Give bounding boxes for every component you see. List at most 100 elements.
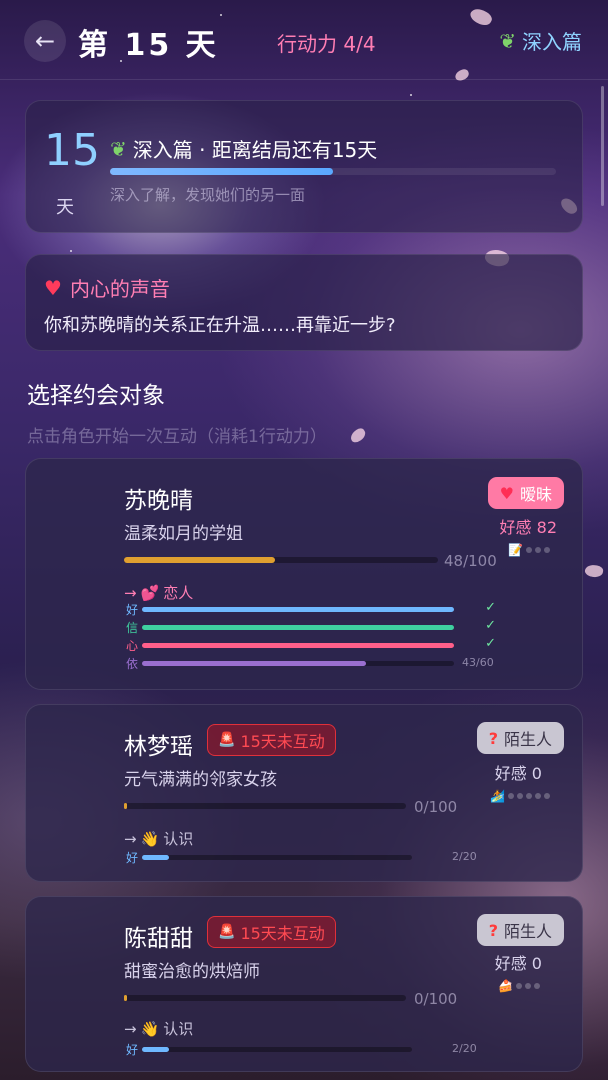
status-label: 陌生人 — [503, 730, 552, 749]
cake-icon: 🍰 — [498, 979, 513, 993]
character-desc: 元气满满的邻家女孩 — [124, 770, 277, 790]
stat-track — [142, 606, 454, 612]
stat-track — [142, 642, 454, 648]
progress-dots: 📝 — [508, 543, 550, 557]
chapter-label: 深入篇 — [522, 30, 582, 54]
favor-progress-bar — [124, 557, 438, 563]
progress-dots: 🍰 — [498, 979, 540, 993]
section-subtitle: 点击角色开始一次互动（消耗1行动力） — [27, 427, 327, 447]
back-arrow-icon: ← — [34, 27, 56, 55]
energy-counter: 行动力 4/4 — [277, 32, 376, 56]
petal — [348, 426, 368, 445]
status-badge: ? 陌生人 — [476, 722, 564, 754]
inner-voice-card: ♥ 内心的声音 你和苏晚晴的关系正在升温……再靠近一步? — [25, 254, 583, 351]
stat-row: 心 ✓ — [126, 636, 496, 653]
petal — [584, 563, 604, 579]
heart-icon: ♥ — [499, 483, 514, 503]
section-title: 选择约会对象 — [27, 383, 165, 409]
stat-fill — [142, 1046, 169, 1052]
stat-fill — [142, 660, 366, 666]
check-icon: ✓ — [485, 618, 496, 633]
surf-icon: 🏄 — [490, 789, 505, 803]
top-bar: ← 第 15 天 行动力 4/4 ❦ 深入篇 — [0, 0, 608, 80]
character-card-lin-mengyao[interactable]: 林梦瑶 🚨 15天未互动 元气满满的邻家女孩 ? 陌生人 好感 0 🏄 0/10… — [25, 704, 583, 882]
day-subtitle: 深入了解，发现她们的另一面 — [110, 186, 306, 204]
page-title: 第 15 天 — [78, 28, 219, 63]
next-stage: → 👋 认识 — [124, 1018, 193, 1039]
stat-row: 信 ✓ — [126, 618, 496, 635]
stat-row: 好 ✓ — [126, 600, 496, 617]
day-unit: 天 — [56, 197, 74, 218]
favor-progress-fill — [124, 803, 127, 809]
stat-track — [142, 1046, 412, 1052]
stat-track — [142, 854, 412, 860]
stat-track — [142, 624, 454, 630]
stat-value: 43/60 — [462, 656, 494, 669]
favor-progress-bar — [124, 995, 406, 1001]
character-name: 陈甜甜 — [124, 926, 193, 952]
character-card-su-wanqing[interactable]: 苏晚晴 温柔如月的学姐 ♥ 暧昧 好感 82 📝 48/100 → 💕 恋人 好… — [25, 458, 583, 690]
next-stage-label: 恋人 — [163, 584, 194, 602]
wave-hand-icon: 👋 — [140, 829, 160, 848]
status-badge: ? 陌生人 — [476, 914, 564, 946]
inner-voice-label: 内心的声音 — [69, 277, 170, 301]
day-progress-fill — [110, 168, 333, 175]
check-icon: ✓ — [485, 636, 496, 651]
memo-icon: 📝 — [508, 543, 523, 557]
stat-key: 信 — [126, 620, 139, 635]
star — [70, 250, 72, 252]
inner-voice-text: 你和苏晚晴的关系正在升温……再靠近一步? — [44, 315, 396, 336]
favor-progress-fill — [124, 557, 275, 563]
favor-progress-fill — [124, 995, 127, 1001]
siren-icon: 🚨 — [218, 732, 236, 748]
arrow-right-icon: → — [124, 829, 137, 848]
alert-label: 15天未互动 — [240, 924, 325, 943]
stat-fill — [142, 606, 454, 612]
character-name: 林梦瑶 — [124, 734, 193, 760]
siren-icon: 🚨 — [218, 924, 236, 940]
day-heading-text: 深入篇 · 距离结局还有15天 — [132, 138, 378, 162]
favor-progress-label: 0/100 — [414, 990, 458, 1008]
favor-progress-bar — [124, 803, 406, 809]
day-heading: ❦ 深入篇 · 距离结局还有15天 — [110, 134, 377, 163]
arrow-right-icon: → — [124, 1019, 137, 1038]
stat-row: 依 43/60 — [126, 656, 496, 671]
question-icon: ? — [488, 920, 498, 940]
check-icon: ✓ — [485, 600, 496, 615]
character-name: 苏晚晴 — [124, 488, 193, 514]
character-card-chen-tiantian[interactable]: 陈甜甜 🚨 15天未互动 甜蜜治愈的烘焙师 ? 陌生人 好感 0 🍰 0/100… — [25, 896, 583, 1072]
star — [410, 94, 412, 96]
day-progress-bar — [110, 168, 556, 175]
chapter-link[interactable]: ❦ 深入篇 — [499, 26, 582, 55]
stat-key: 好 — [126, 850, 139, 865]
stat-fill — [142, 854, 169, 860]
alert-label: 15天未互动 — [240, 732, 325, 751]
back-button[interactable]: ← — [24, 20, 66, 62]
stat-value: 2/20 — [452, 1042, 477, 1055]
next-stage: → 👋 认识 — [124, 828, 193, 849]
progress-dots: 🏄 — [490, 789, 550, 803]
stat-key: 依 — [126, 656, 139, 671]
stat-key: 心 — [126, 638, 139, 653]
next-stage-label: 认识 — [163, 1020, 194, 1038]
day-card: 15 天 ❦ 深入篇 · 距离结局还有15天 深入了解，发现她们的另一面 — [25, 100, 583, 233]
question-icon: ? — [488, 728, 498, 748]
stat-value: 2/20 — [452, 850, 477, 863]
heart-icon: ♥ — [44, 275, 62, 300]
stat-row: 好 2/20 — [126, 850, 496, 865]
stat-key: 好 — [126, 1042, 139, 1057]
status-label: 暧昧 — [519, 485, 552, 504]
status-label: 陌生人 — [503, 922, 552, 941]
inactive-alert-badge: 🚨 15天未互动 — [207, 724, 336, 756]
favor-progress-label: 48/100 — [444, 552, 497, 570]
character-desc: 温柔如月的学姐 — [124, 524, 243, 544]
next-stage-label: 认识 — [163, 830, 194, 848]
leaf-icon: ❦ — [499, 28, 516, 53]
scrollbar[interactable] — [601, 86, 604, 206]
stat-row: 好 2/20 — [126, 1042, 496, 1057]
leaf-icon: ❦ — [110, 136, 127, 161]
stat-fill — [142, 624, 454, 630]
favor-value: 好感 0 — [494, 954, 542, 973]
character-desc: 甜蜜治愈的烘焙师 — [124, 962, 260, 982]
wave-hand-icon: 👋 — [140, 1019, 160, 1038]
